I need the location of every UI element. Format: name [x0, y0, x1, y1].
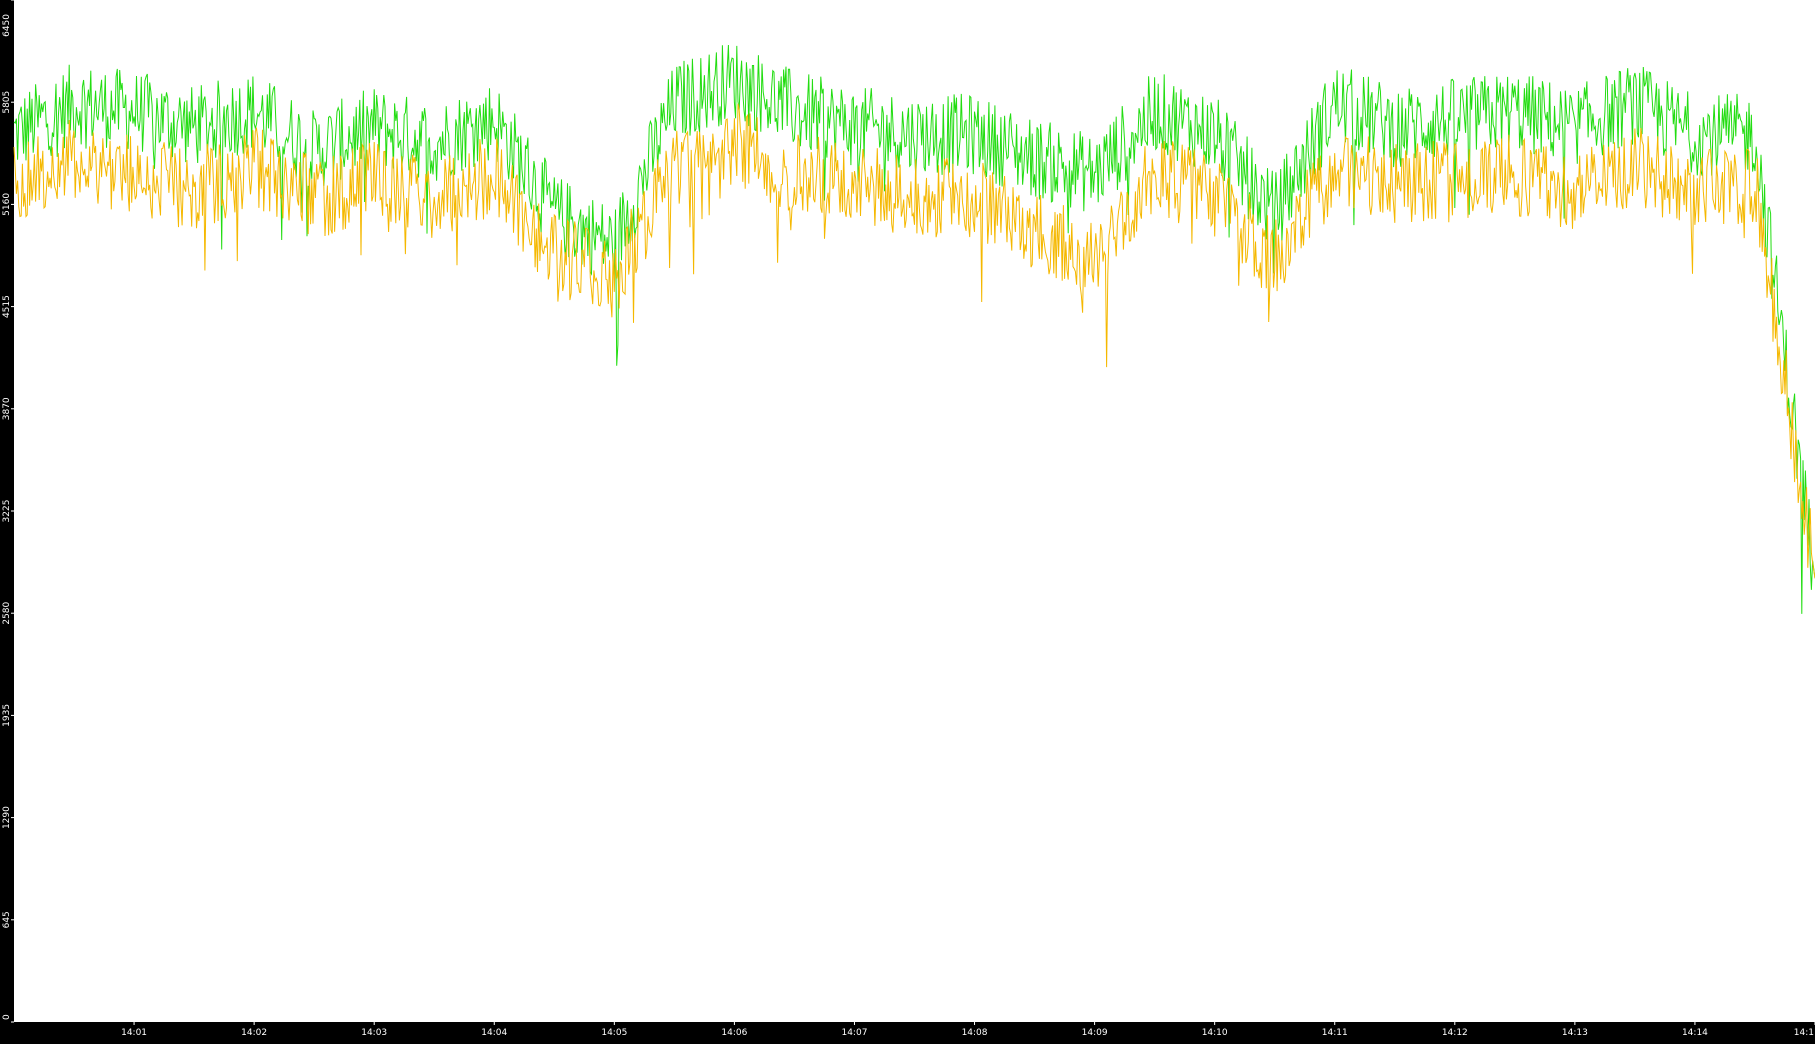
line-chart: 0 645 1290 1935 2580 3225 3870 4515 5160 5805 6450… — [0, 0, 1815, 1039]
x-tick-label: 14:04 — [481, 1028, 507, 1038]
y-tick-label: 1290 — [2, 806, 12, 829]
x-tick-label: 14:13 — [1562, 1028, 1588, 1038]
x-tick-label: 14:14 — [1682, 1028, 1708, 1038]
y-tick-label: 6450 — [2, 14, 12, 37]
x-tick-label: 14:1 — [1794, 1028, 1814, 1038]
y-tick-label: 2580 — [2, 601, 12, 624]
x-tick-label: 14:01 — [121, 1028, 147, 1038]
x-tick-label: 14:12 — [1442, 1028, 1468, 1038]
y-tick-label: 4515 — [2, 295, 12, 318]
x-tick-label: 14:05 — [601, 1028, 627, 1038]
x-tick-label: 14:07 — [841, 1028, 867, 1038]
x-tick-label: 14:09 — [1082, 1028, 1108, 1038]
y-axis: 0 645 1290 1935 2580 3225 3870 4515 5160 5805 6450 — [2, 0, 14, 1023]
x-tick-label: 14:03 — [361, 1028, 387, 1038]
x-axis: 14:01 14:02 14:03 14:04 14:05 14:06 14:07 14:08… — [121, 1022, 1815, 1038]
y-tick-label: 645 — [2, 911, 12, 928]
x-tick-label: 14:02 — [241, 1028, 267, 1038]
x-tick-label: 14:06 — [721, 1028, 747, 1038]
y-tick-label: 1935 — [2, 704, 12, 727]
y-tick-label: 5160 — [2, 193, 12, 216]
x-tick-label: 14:08 — [962, 1028, 988, 1038]
x-tick-label: 14:11 — [1322, 1028, 1348, 1038]
y-tick-label: 3870 — [2, 397, 12, 420]
x-tick-label: 14:10 — [1202, 1028, 1228, 1038]
chart-svg: 0 645 1290 1935 2580 3225 3870 4515 5160 5805 6450… — [2, 0, 1815, 1038]
y-tick-label: 3225 — [2, 500, 12, 523]
y-tick-label: 5805 — [2, 91, 12, 114]
y-tick-label: 0 — [2, 1014, 12, 1020]
